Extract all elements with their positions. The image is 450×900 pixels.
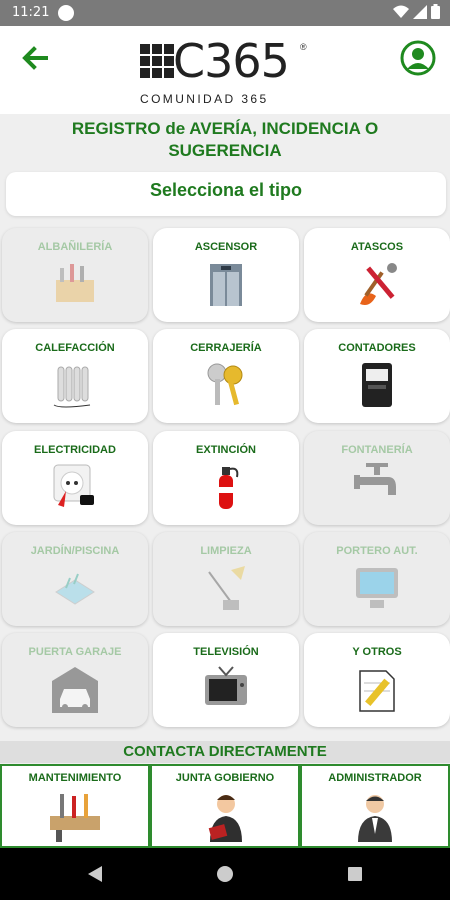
faucet-icon: [354, 463, 396, 495]
category-label: CALEFACCIÓN: [35, 342, 115, 354]
category-label: Y OTROS: [352, 646, 402, 658]
category-label: PORTERO AUT.: [336, 545, 418, 557]
garage-icon: [52, 667, 98, 713]
category-label: CERRAJERÍA: [190, 342, 262, 354]
app-header: C365 ® COMUNIDAD 365: [0, 26, 450, 114]
status-bar: 11:21: [0, 0, 450, 26]
category-puerta-garaje[interactable]: PUERTA GARAJE: [2, 633, 148, 727]
category-grid: ALBAÑILERÍA ASCENSOR ATASCOS CALEFACCIÓN…: [2, 228, 450, 728]
contact-junta-gobierno[interactable]: JUNTA GOBIERNO: [150, 764, 300, 848]
user-account-icon[interactable]: [400, 40, 436, 76]
page-title: REGISTRO de AVERÍA, INCIDENCIA O SUGEREN…: [0, 118, 450, 162]
category-label: JARDÍN/PISCINA: [30, 545, 120, 557]
person-book-icon: [208, 795, 242, 842]
page-title-line2: SUGERENCIA: [168, 141, 282, 160]
contact-label: JUNTA GOBIERNO: [175, 772, 275, 784]
back-arrow-icon[interactable]: [18, 42, 50, 74]
fire-extinguisher-icon: [219, 467, 239, 509]
contact-row: MANTENIMIENTO JUNTA GOBIERNO ADMINISTRAD…: [0, 764, 450, 848]
category-limpieza[interactable]: LIMPIEZA: [153, 532, 299, 626]
tv-icon: [205, 666, 247, 705]
category-atascos[interactable]: ATASCOS: [304, 228, 450, 322]
intercom-monitor-icon: [356, 568, 398, 608]
nav-recents-icon[interactable]: [346, 864, 364, 884]
toolbox-icon: [56, 264, 94, 302]
signal-icon: [413, 4, 427, 19]
battery-icon: [431, 4, 440, 19]
status-time: 11:21: [12, 5, 50, 20]
category-albanileria[interactable]: ALBAÑILERÍA: [2, 228, 148, 322]
category-label: ALBAÑILERÍA: [37, 241, 113, 253]
businessman-icon: [358, 795, 392, 842]
app-logo: C365 ® COMUNIDAD 365: [140, 34, 315, 110]
category-extincion[interactable]: EXTINCIÓN: [153, 431, 299, 525]
system-icons: [393, 4, 440, 19]
category-label: TELEVISIÓN: [193, 646, 259, 658]
category-fontaneria[interactable]: FONTANERÍA: [304, 431, 450, 525]
category-label: ASCENSOR: [194, 241, 258, 253]
logo-text: C365: [173, 34, 290, 88]
category-label: ELECTRICIDAD: [34, 444, 116, 456]
category-television[interactable]: TELEVISIÓN: [153, 633, 299, 727]
contact-administrador[interactable]: ADMINISTRADOR: [300, 764, 450, 848]
meter-icon: [362, 363, 392, 407]
category-label: CONTADORES: [338, 342, 416, 354]
category-label: EXTINCIÓN: [196, 444, 256, 456]
category-portero-aut[interactable]: PORTERO AUT.: [304, 532, 450, 626]
wifi-icon: [393, 5, 409, 18]
category-label: PUERTA GARAJE: [28, 646, 122, 658]
nav-home-icon[interactable]: [216, 864, 234, 884]
notification-icon: [58, 5, 74, 21]
category-contadores[interactable]: CONTADORES: [304, 329, 450, 423]
pool-icon: [55, 573, 95, 605]
nav-back-icon[interactable]: [86, 864, 104, 884]
logo-subtitle: COMUNIDAD 365: [140, 92, 269, 106]
contact-header: CONTACTA DIRECTAMENTE: [0, 741, 450, 763]
logo-registered: ®: [300, 42, 307, 52]
elevator-icon: [210, 264, 242, 306]
mop-icon: [208, 566, 245, 610]
category-y-otros[interactable]: Y OTROS: [304, 633, 450, 727]
category-jardin-piscina[interactable]: JARDÍN/PISCINA: [2, 532, 148, 626]
contact-mantenimiento[interactable]: MANTENIMIENTO: [0, 764, 150, 848]
category-electricidad[interactable]: ELECTRICIDAD: [2, 431, 148, 525]
category-calefaccion[interactable]: CALEFACCIÓN: [2, 329, 148, 423]
android-nav-bar: [0, 848, 450, 900]
page-title-line1: REGISTRO de AVERÍA, INCIDENCIA O: [71, 119, 379, 138]
category-label: FONTANERÍA: [341, 444, 413, 456]
contact-label: ADMINISTRADOR: [328, 772, 422, 784]
tools-icon: [50, 794, 100, 842]
select-type-label: Selecciona el tipo: [6, 172, 446, 216]
category-ascensor[interactable]: ASCENSOR: [153, 228, 299, 322]
keys-icon: [207, 363, 243, 406]
radiator-icon: [53, 366, 91, 408]
contact-label: MANTENIMIENTO: [28, 772, 122, 784]
category-label: LIMPIEZA: [200, 545, 252, 557]
category-label: ATASCOS: [350, 241, 404, 253]
plunger-wrench-icon: [360, 263, 397, 305]
socket-plug-icon: [53, 464, 94, 507]
note-pencil-icon: [359, 670, 395, 712]
logo-grid-icon: [140, 44, 174, 78]
category-cerrajeria[interactable]: CERRAJERÍA: [153, 329, 299, 423]
